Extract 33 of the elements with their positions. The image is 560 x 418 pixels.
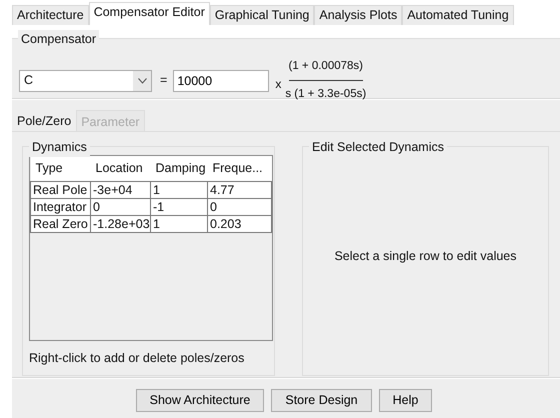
table-cell: 0 <box>208 198 272 215</box>
table-cell: 0.203 <box>208 215 272 232</box>
table-cell: 0 <box>90 198 150 215</box>
message-text: Select a single row to edit values <box>334 248 517 265</box>
group-title: Compensator <box>18 30 100 49</box>
tab[interactable]: Analysis Plots <box>314 5 402 25</box>
table-cell: 4.77 <box>208 181 272 198</box>
table-cell: Real Pole <box>30 181 90 198</box>
action-button[interactable]: Store Design <box>271 389 372 412</box>
compensator-dropdown[interactable]: C <box>19 70 152 92</box>
action-button[interactable]: Show Architecture <box>136 389 264 412</box>
column-header: Freque... <box>208 156 272 181</box>
tab[interactable]: Automated Tuning <box>402 5 514 25</box>
multiply-sign: x <box>275 76 282 93</box>
column-header: Type <box>30 156 90 181</box>
transfer-function: (1 + 0.00078s) s (1 + 3.3e-05s) <box>285 58 366 102</box>
hint-text: Right-click to add or delete poles/zeros <box>29 350 246 367</box>
table-cell: Real Zero <box>30 215 90 232</box>
chevron-down-icon <box>138 78 146 84</box>
tab[interactable]: Graphical Tuning <box>210 5 314 25</box>
table-cell: -1 <box>150 198 208 215</box>
table-cell: Integrator <box>30 198 90 215</box>
table-cell: 1 <box>150 215 208 232</box>
column-header: Location <box>90 156 150 181</box>
table-cell: -1.28e+03 <box>90 215 150 232</box>
column-header: Damping <box>150 156 208 181</box>
action-button[interactable]: Help <box>378 389 432 412</box>
equals-sign: = <box>160 72 168 90</box>
table-cell: 1 <box>150 181 208 198</box>
gain-field[interactable]: 10000 <box>173 70 270 92</box>
tab[interactable]: Architecture <box>12 5 89 25</box>
tab[interactable]: Compensator Editor <box>88 2 210 25</box>
table-cell: -3e+04 <box>90 181 150 198</box>
